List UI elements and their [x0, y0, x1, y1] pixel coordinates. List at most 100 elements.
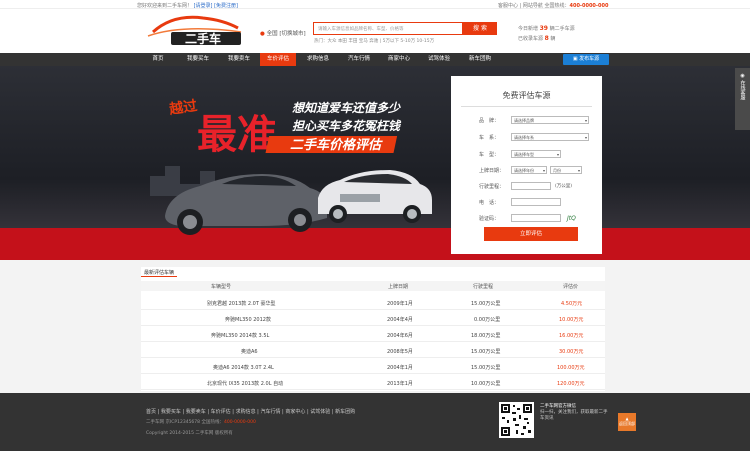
row-date: 2004年4月 — [387, 317, 413, 323]
post-car-label: 发布车源 — [579, 56, 600, 62]
header-date: 上牌日期 — [388, 284, 409, 290]
top-bar: 您好欢迎来到二手车网！ [请登录] [免费注册] 客服中心 | 网站导航 全国热… — [0, 0, 750, 9]
footer-link[interactable]: 首页 — [146, 409, 156, 415]
nav-home[interactable]: 首页 — [141, 53, 175, 66]
promo-banner: 越过 最准 想知道爱车还值多少 担心买车多花冤枉钱 二手车价格评估 — [0, 66, 750, 260]
row-date: 2004年1月 — [387, 365, 413, 371]
car-icon: ▣ — [572, 56, 578, 62]
footer-link[interactable]: 汽车行情 — [260, 409, 280, 415]
model-row: 车 型： 请选择车型 — [451, 150, 602, 159]
series-select[interactable]: 请选择车系 — [511, 133, 589, 141]
captcha-row: 验证码： JtQ — [451, 214, 602, 223]
footer-phone: 400-0000-000 — [223, 420, 256, 425]
nav-testdrive[interactable]: 试驾体验 — [420, 53, 458, 66]
banner-art: 越过 最准 想知道爱车还值多少 担心买车多花冤枉钱 二手车价格评估 — [150, 97, 432, 235]
footer-link[interactable]: 车价评估 — [211, 409, 231, 415]
hot-search-words[interactable]: 热门：大众 本田 丰田 宝马 奔驰 | 5万以下 5-10万 10-15万 — [314, 38, 434, 44]
back-to-top-button[interactable]: ▲ 返回顶部 — [618, 413, 636, 431]
logo-text: 二手车 — [185, 31, 221, 46]
site-stats: 今日新增 39 辆二手车源 已收录车源 8 辆 — [518, 24, 575, 44]
footer-link[interactable]: 求购信息 — [236, 409, 256, 415]
row-model[interactable]: 奥迪A6 2014款 3.0T 2.4L — [213, 364, 274, 371]
footer-link[interactable]: 试驾体验 — [310, 409, 330, 415]
stats-today: 今日新增 39 辆二手车源 — [518, 25, 575, 32]
table-row[interactable]: 奥迪A6 2014款 3.0T 2.4L 2004年1月 15.00万公里 10… — [141, 359, 605, 374]
footer-link[interactable]: 我要买车 — [161, 409, 181, 415]
nav-buy[interactable]: 我要买车 — [178, 53, 218, 66]
row-model[interactable]: 奔驰ML350 2014款 3.5L — [211, 332, 269, 339]
footer-site-name: 二手车网 — [146, 420, 164, 425]
model-label: 车 型： — [479, 152, 500, 158]
evaluate-submit-button[interactable]: 立即评估 — [484, 227, 578, 241]
row-date: 2008年5月 — [387, 349, 413, 355]
white-car — [318, 170, 432, 223]
row-mileage: 15.00万公里 — [471, 365, 501, 371]
row-price: 4.50万元 — [561, 301, 583, 307]
main-nav: 首页 我要买车 我要卖车 车价评估 求购信息 汽车行情 商家中心 试驾体验 新车… — [0, 53, 750, 66]
nav-dealer[interactable]: 商家中心 — [380, 53, 418, 66]
series-row: 车 系： 请选择车系 — [451, 133, 602, 142]
row-price: 120.00万元 — [557, 381, 585, 387]
table-row[interactable]: 北京现代 IX35 2013款 2.0L 自动 2013年1月 10.00万公里… — [141, 375, 605, 390]
city-switch-link[interactable]: [切换城市] — [279, 31, 305, 37]
banner-tag1: 越过 — [167, 97, 198, 118]
footer-link[interactable]: 商家中心 — [285, 409, 305, 415]
site-logo[interactable]: 二手车 — [143, 12, 247, 46]
mileage-input[interactable] — [511, 182, 551, 190]
city-selector[interactable]: ● 全国 [切换城市] — [260, 29, 306, 37]
row-model[interactable]: 奔驰ML350 2012款 — [225, 316, 271, 323]
row-price: 10.00万元 — [559, 317, 584, 323]
row-mileage: 0.00万公里 — [474, 317, 501, 323]
row-price: 30.00万元 — [559, 349, 584, 355]
row-date: 2013年1月 — [387, 381, 413, 387]
qr-description: 扫一扫，关注我们，获取最新二手车资讯 — [540, 410, 608, 421]
banner-tag2: 最准 — [197, 112, 277, 158]
footer-copyright: Copyright 2014-2015 二手车网 版权所有 — [146, 431, 233, 436]
model-select[interactable]: 请选择车型 — [511, 150, 561, 158]
nav-groupbuy[interactable]: 新车团购 — [460, 53, 500, 66]
banner-line1: 想知道爱车还值多少 — [292, 101, 401, 115]
search-button[interactable]: 搜 索 — [463, 22, 497, 35]
post-car-button[interactable]: ▣ 发布车源 — [563, 54, 609, 65]
row-price: 16.00万元 — [559, 333, 584, 339]
nav-sell[interactable]: 我要卖车 — [220, 53, 258, 66]
footer-link[interactable]: 新车团购 — [335, 409, 355, 415]
mileage-row: 行驶里程： (万公里) — [451, 182, 602, 191]
qr-caption: 二手车网官方微信 扫一扫，关注我们，获取最新二手车资讯 — [540, 404, 610, 422]
online-service-label: 在线客服 — [739, 80, 746, 100]
row-model[interactable]: 奥迪A6 — [241, 348, 258, 355]
footer-link[interactable]: 我要卖车 — [186, 409, 206, 415]
search-input[interactable]: 请输入车源信息如品牌名称、车型、价格等 — [313, 22, 463, 35]
table-header: 车辆型号 上牌日期 行驶里程 评估价 — [141, 281, 605, 291]
table-row[interactable]: 奥迪A6 2008年5月 15.00万公里 30.00万元 — [141, 343, 605, 358]
recent-evaluations-tab[interactable]: 最新评估车辆 — [141, 267, 178, 277]
table-row[interactable]: 奔驰ML350 2012款 2004年4月 0.00万公里 10.00万元 — [141, 311, 605, 326]
form-title: 免费评估车源 — [502, 91, 551, 100]
captcha-input[interactable] — [511, 214, 561, 222]
city-name: 全国 — [266, 31, 278, 37]
footer-links: 首页 | 我要买车 | 我要卖车 | 车价评估 | 求购信息 | 汽车行情 | … — [146, 409, 356, 415]
row-model[interactable]: 北京现代 IX35 2013款 2.0L 自动 — [207, 380, 283, 387]
captcha-label: 验证码： — [479, 216, 500, 222]
footer-phone-label: 全国热线： — [201, 420, 224, 425]
online-service-tab[interactable]: ◉ 在线客服 — [735, 68, 750, 130]
nav-evaluate[interactable]: 车价评估 — [260, 53, 296, 66]
welcome-text: 您好欢迎来到二手车网！ [请登录] [免费注册] — [137, 2, 238, 9]
row-mileage: 15.00万公里 — [471, 301, 501, 307]
reg-month-select[interactable]: 月份 — [550, 166, 582, 174]
location-pin-icon: ● — [260, 31, 265, 37]
phone-input[interactable] — [511, 198, 561, 206]
back-to-top-label: 返回顶部 — [619, 421, 635, 426]
reg-year-select[interactable]: 请选择年份 — [511, 166, 547, 174]
table-row[interactable]: 奔驰ML350 2014款 3.5L 2004年6月 18.00万公里 16.0… — [141, 327, 605, 342]
nav-market[interactable]: 汽车行情 — [340, 53, 378, 66]
nav-wanted[interactable]: 求购信息 — [298, 53, 338, 66]
banner-line2: 担心买车多花冤枉钱 — [292, 119, 402, 133]
top-right: 客服中心 | 网站导航 全国热线：400-0000-000 — [498, 2, 608, 9]
row-model[interactable]: 别克君越 2013款 2.0T 豪华型 — [207, 300, 276, 307]
brand-select[interactable]: 请选择品牌 — [511, 116, 589, 124]
table-row[interactable]: 别克君越 2013款 2.0T 豪华型 2009年1月 15.00万公里 4.5… — [141, 295, 605, 310]
captcha-image[interactable]: JtQ — [567, 215, 576, 222]
footer-info: 二手车网 京ICP12345678 全国热线：400-0000-000 — [146, 419, 256, 425]
footer: 首页 | 我要买车 | 我要卖车 | 车价评估 | 求购信息 | 汽车行情 | … — [0, 393, 750, 451]
